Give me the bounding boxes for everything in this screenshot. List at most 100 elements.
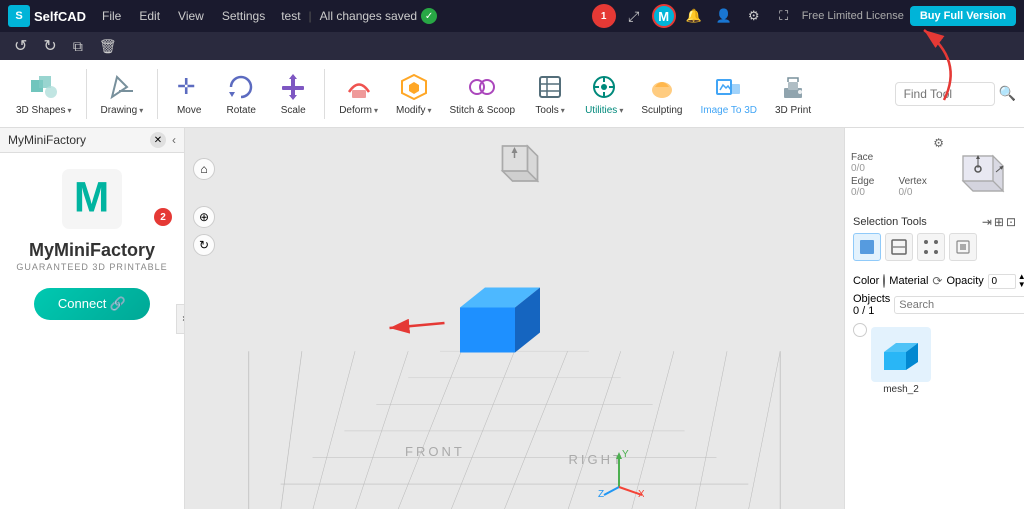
scale-icon	[277, 71, 309, 103]
opacity-down[interactable]: ▼	[1018, 281, 1024, 289]
tool-3d-print[interactable]: 3D Print	[767, 64, 819, 124]
object-thumbnail	[871, 327, 931, 382]
tool-image-to-3d[interactable]: Image To 3D	[692, 64, 765, 124]
panel-title: MyMiniFactory	[8, 133, 146, 147]
buy-full-version-button[interactable]: Buy Full Version	[910, 6, 1016, 26]
sel-icon-2[interactable]: ⊞	[994, 215, 1004, 229]
left-panel-header: MyMiniFactory ✕ ‹	[0, 128, 184, 153]
profile-icon[interactable]: M	[652, 4, 676, 28]
menu-settings[interactable]: Settings	[214, 7, 273, 25]
axis-indicator: Y Z X	[594, 447, 644, 497]
filename: test	[281, 9, 300, 23]
sel-icon-3[interactable]: ⊡	[1006, 215, 1016, 229]
find-tool-input[interactable]	[895, 82, 995, 106]
menu-file[interactable]: File	[94, 7, 129, 25]
settings-icon[interactable]: ⚙	[742, 4, 766, 28]
panel-collapse-arrow[interactable]: ›	[176, 304, 185, 334]
tool-scale[interactable]: Scale	[268, 64, 318, 124]
save-status: All changes saved ✓	[320, 8, 437, 24]
menu-view[interactable]: View	[170, 7, 212, 25]
undo-button[interactable]: ↺	[8, 34, 33, 58]
3d-object-cube	[440, 262, 550, 375]
deform-icon	[343, 71, 375, 103]
selection-tools-header: Selection Tools ⇥ ⊞ ⊡	[849, 213, 1020, 231]
viewport[interactable]: ⌂ ⊕ ↻	[185, 128, 844, 509]
free-license-label: Free Limited License	[802, 10, 904, 22]
tool-utilities[interactable]: Utilities ▾	[577, 64, 631, 124]
panel-close-button[interactable]: ✕	[150, 132, 166, 148]
fev-grid: Face 0/0 Edge 0/0 Vertex 0/0	[851, 152, 944, 198]
tool-tools[interactable]: Tools ▾	[525, 64, 575, 124]
objects-section: Objects 0 / 1 🔍 ⚙ mesh_2	[849, 291, 1020, 403]
object-name: mesh_2	[883, 384, 919, 395]
opacity-input[interactable]	[988, 274, 1016, 289]
app-logo: S SelfCAD	[8, 5, 86, 27]
svg-text:X: X	[638, 489, 644, 497]
object-radio[interactable]	[853, 323, 867, 337]
tool-move[interactable]: ✛ Move	[164, 64, 214, 124]
mmf-badge: 2	[154, 208, 172, 226]
tool-3d-shapes[interactable]: 3D Shapes ▾	[8, 64, 80, 124]
material-icon: ⟳	[932, 274, 942, 288]
vertex-select-button[interactable]	[917, 233, 945, 261]
svg-text:M: M	[74, 173, 109, 220]
modify-icon	[398, 71, 430, 103]
settings-gear-icon[interactable]: ⚙	[933, 136, 944, 150]
edge-select-button[interactable]	[885, 233, 913, 261]
right-icons: 1 ⤢ M 🔔 👤 ⚙ ⛶ Free Limited License Buy F…	[592, 4, 1016, 28]
color-picker[interactable]	[883, 274, 885, 288]
redo-button[interactable]: ↻	[37, 34, 62, 58]
menu-edit[interactable]: Edit	[131, 7, 168, 25]
share-icon[interactable]: ⤢	[622, 4, 646, 28]
all-select-button[interactable]	[949, 233, 977, 261]
tools-icon	[534, 71, 566, 103]
edge-section: Edge 0/0	[851, 176, 897, 198]
selection-tools-section: Selection Tools ⇥ ⊞ ⊡	[849, 213, 1020, 263]
left-panel: MyMiniFactory ✕ ‹ M MyMiniFactory GUARAN…	[0, 128, 185, 509]
sculpting-icon	[646, 71, 678, 103]
sel-icon-1[interactable]: ⇥	[982, 215, 992, 229]
tool-stitch-scoop[interactable]: Stitch & Scoop	[441, 64, 523, 124]
svg-text:Z: Z	[598, 489, 604, 497]
list-item[interactable]: mesh_2	[867, 323, 935, 399]
face-section: Face 0/0	[851, 152, 944, 174]
objects-search-input[interactable]	[894, 296, 1024, 314]
mmf-connect-button[interactable]: Connect 🔗	[34, 288, 150, 320]
tool-sculpting[interactable]: Sculpting	[633, 64, 690, 124]
bell-icon[interactable]: 🔔	[682, 4, 706, 28]
duplicate-button[interactable]: ⧉	[67, 36, 89, 57]
fullscreen-icon[interactable]: ⛶	[772, 4, 796, 28]
mmf-panel: M MyMiniFactory GUARANTEED 3D PRINTABLE …	[0, 153, 184, 336]
notification-badge[interactable]: 1	[592, 4, 616, 28]
mmf-name: MyMiniFactory	[29, 240, 155, 262]
selection-tools-row	[849, 231, 1020, 263]
nav-cube-right-panel[interactable]	[948, 136, 1018, 209]
move-icon: ✛	[173, 71, 205, 103]
save-check-icon: ✓	[421, 8, 437, 24]
tool-deform[interactable]: Deform ▾	[331, 64, 386, 124]
main-toolbar: 3D Shapes ▾ Drawing ▾ ✛ Move	[0, 60, 1024, 128]
tool-drawing[interactable]: Drawing ▾	[93, 64, 152, 124]
panel-collapse-button[interactable]: ‹	[172, 133, 176, 147]
3d-print-icon	[777, 71, 809, 103]
tool-rotate[interactable]: Rotate	[216, 64, 266, 124]
fev-info: ⚙ Face 0/0 Edge 0/0 Vertex 0/0	[851, 136, 944, 198]
color-material-row: Color Material ⟳ Opacity ▲ ▼	[849, 271, 1020, 291]
secondary-toolbar: ↺ ↻ ⧉ 🗑	[0, 32, 1024, 60]
face-select-button[interactable]	[853, 233, 881, 261]
rotate-icon	[225, 71, 257, 103]
mmf-subtitle: GUARANTEED 3D PRINTABLE	[16, 262, 167, 272]
delete-button[interactable]: 🗑	[93, 36, 123, 57]
object-list: mesh_2	[849, 319, 1020, 403]
front-label: FRONT	[405, 444, 465, 459]
vertex-section: Vertex 0/0	[899, 176, 945, 198]
svg-text:Y: Y	[622, 449, 629, 460]
tool-modify[interactable]: Modify ▾	[388, 64, 439, 124]
top-bar: S SelfCAD File Edit View Settings test |…	[0, 0, 1024, 32]
objects-header: Objects 0 / 1 🔍 ⚙	[849, 291, 1020, 319]
user-icon[interactable]: 👤	[712, 4, 736, 28]
logo-icon: S	[8, 5, 30, 27]
3d-shapes-icon	[28, 71, 60, 103]
fev-section: ⚙ Face 0/0 Edge 0/0 Vertex 0/0	[849, 132, 1020, 213]
svg-text:✛: ✛	[177, 74, 195, 99]
